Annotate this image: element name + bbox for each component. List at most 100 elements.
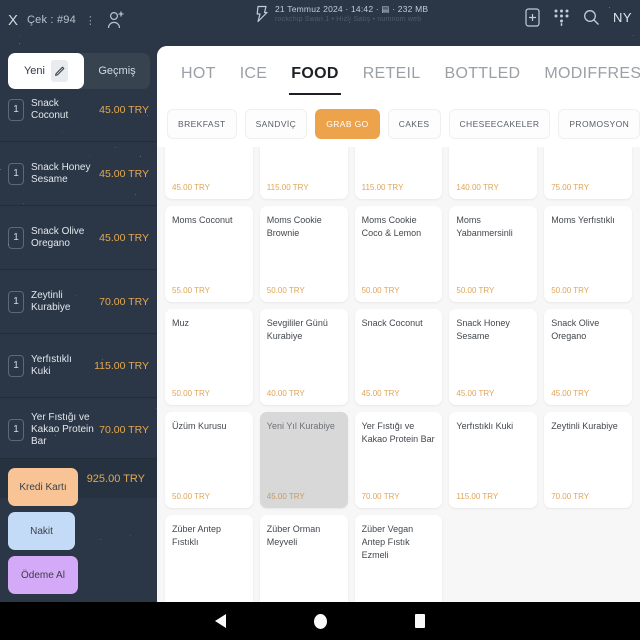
product-card[interactable]: Moms Yabanmersinli 50.00 TRY bbox=[449, 206, 538, 302]
check-number-label[interactable]: Çek : #94 bbox=[27, 14, 76, 26]
tab-food[interactable]: FOOD bbox=[279, 46, 350, 101]
order-item-row[interactable]: 1 Snack Honey Sesame 45.00 TRY bbox=[0, 142, 157, 206]
order-item-price: 115.00 TRY bbox=[94, 359, 149, 372]
product-card[interactable]: Moms Yerfıstıklı 50.00 TRY bbox=[544, 206, 632, 302]
product-card[interactable]: Züber Orman Meyveli bbox=[259, 515, 348, 603]
close-icon[interactable]: X bbox=[8, 13, 18, 28]
order-item-name: Zeytinli Kurabiye bbox=[31, 289, 71, 313]
order-item-qty[interactable]: 1 bbox=[8, 162, 24, 185]
tab-bottled[interactable]: BOTTLED bbox=[433, 46, 533, 101]
product-price: 45.00 TRY bbox=[172, 183, 210, 192]
product-name: Züber Vegan Antep Fıstık Ezmeli bbox=[361, 524, 414, 560]
subtab-brekfast[interactable]: BREKFAST bbox=[167, 109, 237, 139]
take-payment-button[interactable]: Ödeme Al bbox=[8, 556, 78, 594]
product-name: Yeni Yıl Kurabiye bbox=[266, 421, 335, 431]
subtab-grab-go[interactable]: GRAB GO bbox=[315, 109, 380, 139]
order-item-qty[interactable]: 1 bbox=[8, 226, 24, 249]
product-card[interactable]: Yer Fıstığı ve Kakao Protein Bar 70.00 T… bbox=[354, 412, 443, 508]
product-card[interactable]: Meyve Salatası 140.00 TRY bbox=[449, 147, 538, 199]
product-price: 70.00 TRY bbox=[551, 492, 590, 501]
card-add-icon[interactable] bbox=[525, 8, 540, 27]
order-item-row[interactable]: 1 Yer Fıstığı ve Kakao Protein Bar 70.00… bbox=[0, 398, 157, 462]
order-item-qty[interactable]: 1 bbox=[8, 354, 24, 377]
topbar-right-group: NY bbox=[525, 8, 632, 27]
pay-cash-button[interactable]: Nakit bbox=[8, 512, 75, 550]
product-price: 115.00 TRY bbox=[456, 492, 499, 501]
product-name: Muz bbox=[172, 318, 190, 328]
order-item-name: Snack Olive Oregano bbox=[31, 225, 85, 249]
product-card[interactable]: Karakılçık Pancar cipsi 115.00 TRY bbox=[354, 147, 443, 199]
product-name: Moms Cookie Brownie bbox=[266, 215, 322, 238]
back-triangle-icon[interactable] bbox=[215, 614, 226, 628]
order-items-list[interactable]: 1 Snack Coconut 45.00 TRY 1 Snack Honey … bbox=[0, 96, 157, 476]
product-card[interactable]: Snack Honey Sesame 45.00 TRY bbox=[449, 309, 538, 405]
product-name: Moms Coconut bbox=[172, 215, 233, 225]
order-item-qty[interactable]: 1 bbox=[8, 290, 24, 313]
order-item-row[interactable]: 1 Snack Olive Oregano 45.00 TRY bbox=[0, 206, 157, 270]
product-card[interactable]: Sevgililer Günü Kurabiye 40.00 TRY bbox=[259, 309, 348, 405]
product-price: 55.00 TRY bbox=[172, 286, 210, 295]
product-card[interactable]: Zeytinli Kurabiye 70.00 TRY bbox=[544, 412, 632, 508]
home-circle-icon[interactable] bbox=[314, 613, 327, 629]
product-price: 45.00 TRY bbox=[266, 492, 305, 501]
tab-modiffres[interactable]: MODIFFRES bbox=[532, 46, 640, 101]
pay-credit-card-button[interactable]: Kredi Kartı bbox=[8, 468, 78, 506]
order-item-row[interactable]: 1 Snack Coconut 45.00 TRY bbox=[0, 96, 157, 142]
product-price: 50.00 TRY bbox=[361, 286, 400, 295]
product-card[interactable]: Moms Coconut 55.00 TRY bbox=[165, 206, 253, 302]
pos-app-root: X Çek : #94 ⋮ 21 Temmuz 2024 · 14:42 · ▤… bbox=[0, 0, 640, 640]
order-panel: Yeni Geçmiş 1 Snack Coconut 45.00 TRY 1 … bbox=[0, 40, 157, 602]
product-name: Yer Fıstığı ve Kakao Protein Bar bbox=[361, 421, 435, 444]
product-name: Snack Coconut bbox=[361, 318, 423, 328]
order-item-price: 70.00 TRY bbox=[99, 295, 149, 308]
apps-grid-icon[interactable] bbox=[553, 8, 570, 27]
product-card[interactable]: Moms Cookie Coco & Lemon 50.00 TRY bbox=[354, 206, 443, 302]
product-price: 45.00 TRY bbox=[456, 389, 495, 398]
tab-reteil[interactable]: RETEIL bbox=[351, 46, 433, 101]
product-card[interactable]: Züber Vegan Antep Fıstık Ezmeli bbox=[354, 515, 443, 603]
top-status-bar: X Çek : #94 ⋮ 21 Temmuz 2024 · 14:42 · ▤… bbox=[0, 0, 640, 40]
product-card[interactable]: Snack Coconut 45.00 TRY bbox=[354, 309, 443, 405]
topbar-device-meta: 21 Temmuz 2024 · 14:42 · ▤ · 232 MB rock… bbox=[255, 4, 428, 23]
product-price: 115.00 TRY bbox=[266, 183, 309, 192]
person-add-icon[interactable] bbox=[105, 9, 125, 31]
printer-icon bbox=[255, 5, 269, 23]
user-initials-avatar[interactable]: NY bbox=[613, 10, 632, 25]
order-item-row[interactable]: 1 Yerfıstıklı Kuki 115.00 TRY bbox=[0, 334, 157, 398]
product-card[interactable]: Üzüm Kurusu 50.00 TRY bbox=[165, 412, 253, 508]
product-card[interactable]: Muz 50.00 TRY bbox=[165, 309, 253, 405]
pencil-icon[interactable] bbox=[51, 60, 68, 82]
product-card[interactable]: Snack Olive Oregano 45.00 TRY bbox=[544, 309, 632, 405]
product-card[interactable]: Moms Cookie Brownie 50.00 TRY bbox=[259, 206, 348, 302]
product-card[interactable]: Kestane şekeri 45.00 TRY bbox=[165, 147, 253, 199]
order-item-qty[interactable]: 1 bbox=[8, 418, 24, 441]
product-grid-scroll[interactable]: Kestane şekeri 45.00 TRY Karakılçık Kale… bbox=[157, 147, 640, 603]
tab-new-order[interactable]: Yeni bbox=[8, 53, 84, 89]
device-meta-lines: 21 Temmuz 2024 · 14:42 · ▤ · 232 MB rock… bbox=[275, 4, 428, 23]
product-card[interactable]: Yerfıstıklı Kuki 115.00 TRY bbox=[449, 412, 538, 508]
product-price: 70.00 TRY bbox=[361, 492, 400, 501]
order-item-name: Snack Honey Sesame bbox=[31, 161, 91, 185]
product-card[interactable]: Karakılçık Kale cipsi 115.00 TRY bbox=[259, 147, 348, 199]
subtab-cakes[interactable]: CAKES bbox=[387, 109, 441, 139]
overflow-menu-icon[interactable]: ⋮ bbox=[85, 14, 96, 27]
order-item-name: Yer Fıstığı ve Kakao Protein Bar bbox=[31, 411, 94, 447]
product-card-selected[interactable]: Yeni Yıl Kurabiye 45.00 TRY bbox=[259, 412, 348, 508]
tab-hot[interactable]: HOT bbox=[169, 46, 228, 101]
topbar-left-group: X Çek : #94 ⋮ bbox=[0, 9, 125, 31]
subtab-cheseecakeler[interactable]: CHESEECAKELER bbox=[448, 109, 551, 139]
order-item-row[interactable]: 1 Zeytinli Kurabiye 70.00 TRY bbox=[0, 270, 157, 334]
product-name: Moms Cookie Coco & Lemon bbox=[361, 215, 422, 238]
subtab-promosyon[interactable]: PROMOSYON bbox=[558, 109, 640, 139]
product-price: 75.00 TRY bbox=[551, 183, 590, 192]
product-card[interactable]: Mini Red Velvet Kuki 75.00 TRY bbox=[544, 147, 632, 199]
subcategory-tabs: BREKFAST SANDVİÇ GRAB GO CAKES CHESEECAK… bbox=[157, 101, 640, 147]
tab-order-history[interactable]: Geçmiş bbox=[84, 53, 150, 89]
tab-ice[interactable]: ICE bbox=[228, 46, 280, 101]
recents-square-icon[interactable] bbox=[415, 614, 425, 628]
order-item-qty[interactable]: 1 bbox=[8, 98, 24, 121]
search-icon[interactable] bbox=[583, 9, 600, 26]
subtab-sandvic[interactable]: SANDVİÇ bbox=[244, 109, 308, 139]
product-grid: Kestane şekeri 45.00 TRY Karakılçık Kale… bbox=[157, 147, 640, 603]
product-card[interactable]: Züber Antep Fıstıklı bbox=[165, 515, 253, 603]
